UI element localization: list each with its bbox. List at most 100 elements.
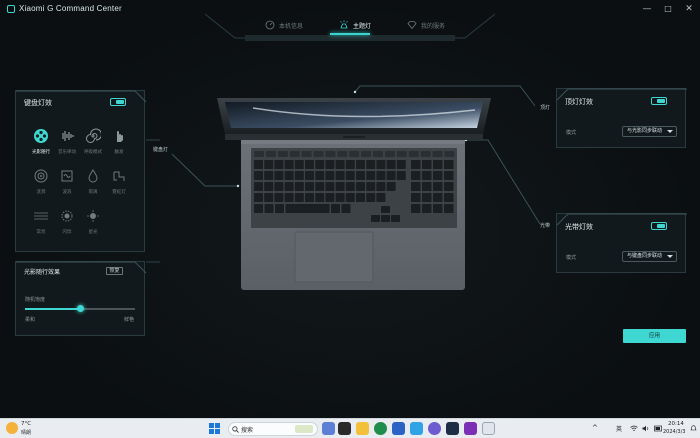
- effect-breathing[interactable]: 呼吸模式: [79, 128, 107, 155]
- keyboard-key: [305, 182, 314, 191]
- input-method-indicator[interactable]: 英: [616, 424, 622, 433]
- keyboard-key: [386, 182, 396, 191]
- tab-theme-light[interactable]: 主题灯: [339, 17, 371, 33]
- keyboard-key: [444, 171, 454, 180]
- top-light-toggle[interactable]: [651, 97, 667, 105]
- volume-icon[interactable]: [642, 425, 650, 432]
- effect-label: 闪烁: [62, 230, 72, 235]
- keyboard-key: [345, 160, 355, 169]
- chevron-up-icon[interactable]: ^: [592, 424, 598, 432]
- active-tab-indicator: [330, 33, 370, 35]
- taskbar-app-icon[interactable]: [322, 422, 335, 435]
- keyboard-key: [264, 193, 274, 202]
- steam-icon[interactable]: [446, 422, 459, 435]
- weather-sun-icon[interactable]: [6, 422, 18, 434]
- keyboard-key: [411, 193, 421, 202]
- taskbar-app-icon[interactable]: [464, 422, 477, 435]
- clock-date[interactable]: 2024/3/3: [663, 429, 685, 435]
- keyboard-key: [254, 193, 263, 202]
- gauge-icon: [265, 20, 275, 30]
- keyboard-key: [315, 160, 325, 169]
- keyboard-key: [432, 151, 443, 157]
- keyboard-key: [274, 160, 284, 169]
- keyboard-key: [335, 182, 345, 191]
- keyboard-key: [373, 151, 383, 157]
- keyboard-key: [376, 193, 386, 202]
- effect-music[interactable]: 音乐律动: [53, 128, 81, 155]
- effect-flash[interactable]: 闪烁: [53, 208, 81, 235]
- app-logo-icon: [7, 5, 15, 13]
- effect-trigger[interactable]: 触发: [105, 128, 133, 155]
- bar-light-mode-select[interactable]: 与键盘同步联动: [622, 251, 677, 262]
- tab-my-services[interactable]: 我的服务: [407, 17, 445, 33]
- keyboard-key: [315, 182, 325, 191]
- apply-button[interactable]: 应用: [623, 329, 686, 343]
- keyboard-key: [396, 171, 406, 180]
- effect-label: 霓虹灯: [112, 190, 126, 195]
- battery-icon[interactable]: [654, 425, 663, 432]
- effect-starlight[interactable]: 星光: [79, 208, 107, 235]
- taskbar-search-box[interactable]: 搜索: [228, 422, 318, 436]
- taskbar-app-icon[interactable]: [410, 422, 423, 435]
- keyboard-key: [366, 171, 376, 180]
- restore-button[interactable]: 恢复: [106, 267, 123, 275]
- slider-min-label: 柔和: [25, 317, 36, 323]
- keyboard-key: [356, 193, 365, 202]
- effect-wave[interactable]: 波浪: [53, 168, 81, 195]
- keyboard-key: [337, 151, 348, 157]
- keyboard-key: [411, 171, 421, 180]
- effect-raindrop[interactable]: 雨滴: [79, 168, 107, 195]
- saturation-slider-fill: [25, 308, 80, 310]
- keyboard-key: [254, 182, 263, 191]
- keyboard-key: [341, 204, 351, 213]
- windows-start-icon[interactable]: [209, 423, 220, 434]
- bar-light-mode-label: 模式: [566, 255, 577, 261]
- taskbar-app-icon[interactable]: [338, 422, 351, 435]
- folder-icon[interactable]: [356, 422, 369, 435]
- effect-neon[interactable]: 霓虹灯: [105, 168, 133, 195]
- keyboard-key: [254, 160, 263, 169]
- keyboard-key: [294, 193, 304, 202]
- effect-light-follow[interactable]: 光影随行: [27, 128, 55, 155]
- keyboard-key: [371, 215, 380, 222]
- taskbar: 7°C 晴朗 搜索 ^ 英 20:14 2024/3/3: [0, 418, 700, 438]
- keyboard-key: [356, 160, 365, 169]
- keyboard-key: [285, 204, 330, 213]
- tab-device-info[interactable]: 本机信息: [265, 17, 303, 33]
- bar-light-toggle[interactable]: [651, 222, 667, 230]
- browser-icon[interactable]: [374, 422, 387, 435]
- effect-label: 音乐律动: [58, 150, 76, 155]
- maximize-button[interactable]: □: [661, 2, 675, 16]
- slider-max-label: 鲜艳: [124, 317, 135, 323]
- weather-description: 晴朗: [21, 430, 32, 436]
- effect-static[interactable]: 常亮: [27, 208, 55, 235]
- select-value: 与键盘同步联动: [627, 253, 663, 259]
- effect-label: 常亮: [36, 230, 46, 235]
- keyboard-key: [284, 182, 294, 191]
- tab-label: 我的服务: [420, 22, 445, 30]
- taskbar-app-icon[interactable]: [392, 422, 405, 435]
- weather-temperature: 7°C: [21, 421, 32, 427]
- tab-label: 主题灯: [352, 22, 371, 30]
- notification-bell-icon[interactable]: [690, 425, 697, 432]
- keyboard-key: [294, 171, 304, 180]
- effect-label: 触发: [114, 150, 124, 155]
- flash-dot-icon: [61, 210, 73, 222]
- minimize-button[interactable]: —: [640, 2, 654, 16]
- command-center-icon[interactable]: [482, 422, 495, 435]
- effect-ripple[interactable]: 涟漪: [27, 168, 55, 195]
- close-button[interactable]: ✕: [682, 2, 696, 16]
- keyboard-key: [433, 171, 443, 180]
- top-light-mode-select[interactable]: 与光影同步联动: [622, 126, 677, 137]
- clock-time[interactable]: 20:14: [668, 421, 684, 427]
- keyboard-light-toggle[interactable]: [110, 98, 126, 106]
- keyboard-key: [264, 171, 274, 180]
- keyboard-key: [313, 151, 324, 157]
- keyboard-key: [444, 160, 454, 169]
- keyboard-key: [264, 160, 274, 169]
- wifi-icon[interactable]: [630, 425, 638, 432]
- taskbar-app-icon[interactable]: [428, 422, 441, 435]
- effect-label: 光影随行: [32, 150, 50, 155]
- saturation-slider-thumb[interactable]: [76, 305, 84, 312]
- keyboard-key: [254, 171, 263, 180]
